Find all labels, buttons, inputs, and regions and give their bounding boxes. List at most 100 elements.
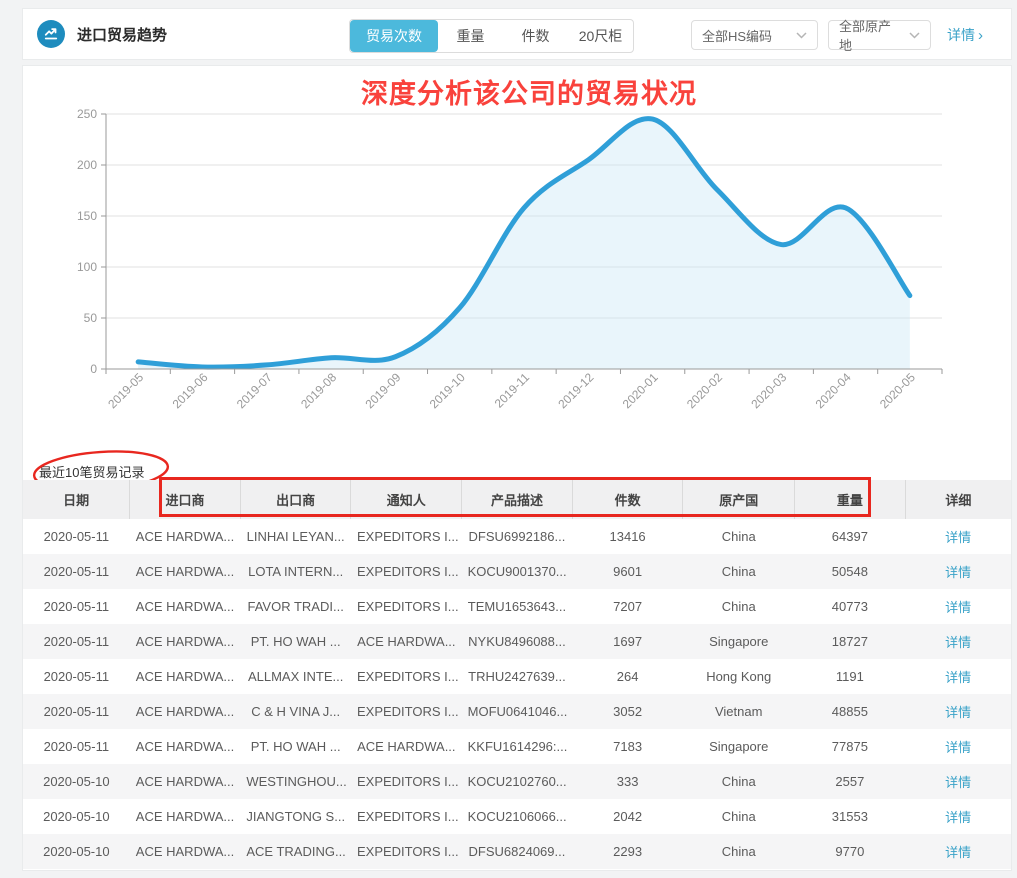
row-detail-link[interactable]: 详情 [945,810,971,825]
cell-origin-country: Singapore [683,729,795,764]
cell-date: 2020-05-10 [23,834,130,869]
page-title: 进口贸易趋势 [77,24,167,45]
cell-date: 2020-05-10 [23,799,130,834]
cell-exporter: PT. HO WAH ... [240,624,351,659]
column-header-origin-country: 原产国 [683,480,795,519]
cell-notify-party: EXPEDITORS I... [351,694,462,729]
cell-importer: ACE HARDWA... [130,589,241,624]
cell-notify-party: EXPEDITORS I... [351,554,462,589]
tab-weight[interactable]: 重量 [438,20,503,52]
cell-importer: ACE HARDWA... [130,694,241,729]
column-header-notify-party: 通知人 [351,480,462,519]
cell-exporter: LOTA INTERN... [240,554,351,589]
cell-product-description: TRHU2427639... [462,659,573,694]
cell-importer: ACE HARDWA... [130,659,241,694]
cell-notify-party: EXPEDITORS I... [351,764,462,799]
trade-records-table: 日期进口商出口商通知人产品描述件数原产国重量详细 2020-05-11ACE H… [23,480,1011,869]
row-detail-link[interactable]: 详情 [945,845,971,860]
cell-weight: 77875 [795,729,906,764]
cell-notify-party: EXPEDITORS I... [351,589,462,624]
cell-quantity: 333 [572,764,683,799]
table-row: 2020-05-11ACE HARDWA...ALLMAX INTE...EXP… [23,659,1011,694]
cell-weight: 48855 [795,694,906,729]
cell-weight: 31553 [795,799,906,834]
tab-20ft[interactable]: 20尺柜 [568,20,633,52]
column-header-detail: 详细 [905,480,1011,519]
header-detail-link[interactable]: 详情 › [947,25,983,45]
cell-origin-country: China [683,554,795,589]
table-row: 2020-05-11ACE HARDWA...LINHAI LEYAN...EX… [23,519,1011,554]
cell-origin-country: China [683,799,795,834]
cell-importer: ACE HARDWA... [130,764,241,799]
svg-text:2020-02: 2020-02 [684,370,725,411]
cell-date: 2020-05-11 [23,729,130,764]
cell-exporter: WESTINGHOU... [240,764,351,799]
tab-trade-count[interactable]: 贸易次数 [350,20,438,52]
cell-origin-country: Vietnam [683,694,795,729]
table-caption: 最近10笔贸易记录 [39,462,144,481]
table-row: 2020-05-11ACE HARDWA...LOTA INTERN...EXP… [23,554,1011,589]
cell-quantity: 7183 [572,729,683,764]
cell-date: 2020-05-11 [23,519,130,554]
tab-quantity[interactable]: 件数 [503,20,568,52]
svg-text:2020-03: 2020-03 [748,370,789,411]
cell-product-description: DFSU6992186... [462,519,573,554]
cell-quantity: 1697 [572,624,683,659]
table-header-row: 日期进口商出口商通知人产品描述件数原产国重量详细 [23,480,1011,519]
cell-origin-country: China [683,834,795,869]
cell-product-description: NYKU8496088... [462,624,573,659]
svg-text:2020-04: 2020-04 [813,370,854,411]
cell-importer: ACE HARDWA... [130,834,241,869]
main-panel: 0501001502002502019-052019-062019-072019… [22,65,1012,871]
cell-origin-country: China [683,589,795,624]
svg-text:2019-10: 2019-10 [427,370,468,411]
cell-exporter: JIANGTONG S... [240,799,351,834]
cell-date: 2020-05-11 [23,554,130,589]
cell-origin-country: Hong Kong [683,659,795,694]
cell-exporter: FAVOR TRADI... [240,589,351,624]
cell-weight: 18727 [795,624,906,659]
cell-date: 2020-05-11 [23,624,130,659]
cell-exporter: C & H VINA J... [240,694,351,729]
cell-product-description: KKFU1614296:... [462,729,573,764]
hs-code-filter[interactable]: 全部HS编码 [691,20,818,50]
table-row: 2020-05-10ACE HARDWA...WESTINGHOU...EXPE… [23,764,1011,799]
row-detail-link[interactable]: 详情 [945,670,971,685]
row-detail-link[interactable]: 详情 [945,565,971,580]
row-detail-link[interactable]: 详情 [945,600,971,615]
trend-line-icon [37,20,65,48]
svg-text:2019-09: 2019-09 [362,370,403,411]
column-header-quantity: 件数 [572,480,683,519]
origin-filter[interactable]: 全部原产地 [828,20,931,50]
svg-text:200: 200 [77,158,97,172]
cell-origin-country: China [683,519,795,554]
row-detail-link[interactable]: 详情 [945,635,971,650]
cell-detail: 详情 [905,554,1011,589]
table-row: 2020-05-11ACE HARDWA...PT. HO WAH ...ACE… [23,729,1011,764]
cell-origin-country: Singapore [683,624,795,659]
cell-exporter: ALLMAX INTE... [240,659,351,694]
cell-notify-party: EXPEDITORS I... [351,519,462,554]
cell-date: 2020-05-11 [23,659,130,694]
column-header-weight: 重量 [795,480,906,519]
svg-text:150: 150 [77,209,97,223]
row-detail-link[interactable]: 详情 [945,530,971,545]
cell-weight: 2557 [795,764,906,799]
cell-importer: ACE HARDWA... [130,519,241,554]
column-header-product-description: 产品描述 [462,480,573,519]
column-header-exporter: 出口商 [240,480,351,519]
metric-tab-group: 贸易次数重量件数20尺柜 [349,19,634,53]
row-detail-link[interactable]: 详情 [945,740,971,755]
chevron-down-icon [796,32,807,39]
row-detail-link[interactable]: 详情 [945,775,971,790]
svg-text:2019-11: 2019-11 [492,370,533,411]
cell-exporter: ACE TRADING... [240,834,351,869]
row-detail-link[interactable]: 详情 [945,705,971,720]
cell-date: 2020-05-11 [23,694,130,729]
chevron-down-icon [909,32,920,39]
cell-notify-party: EXPEDITORS I... [351,799,462,834]
header-detail-label: 详情 [947,25,975,45]
cell-product-description: KOCU9001370... [462,554,573,589]
cell-detail: 详情 [905,764,1011,799]
cell-notify-party: EXPEDITORS I... [351,659,462,694]
